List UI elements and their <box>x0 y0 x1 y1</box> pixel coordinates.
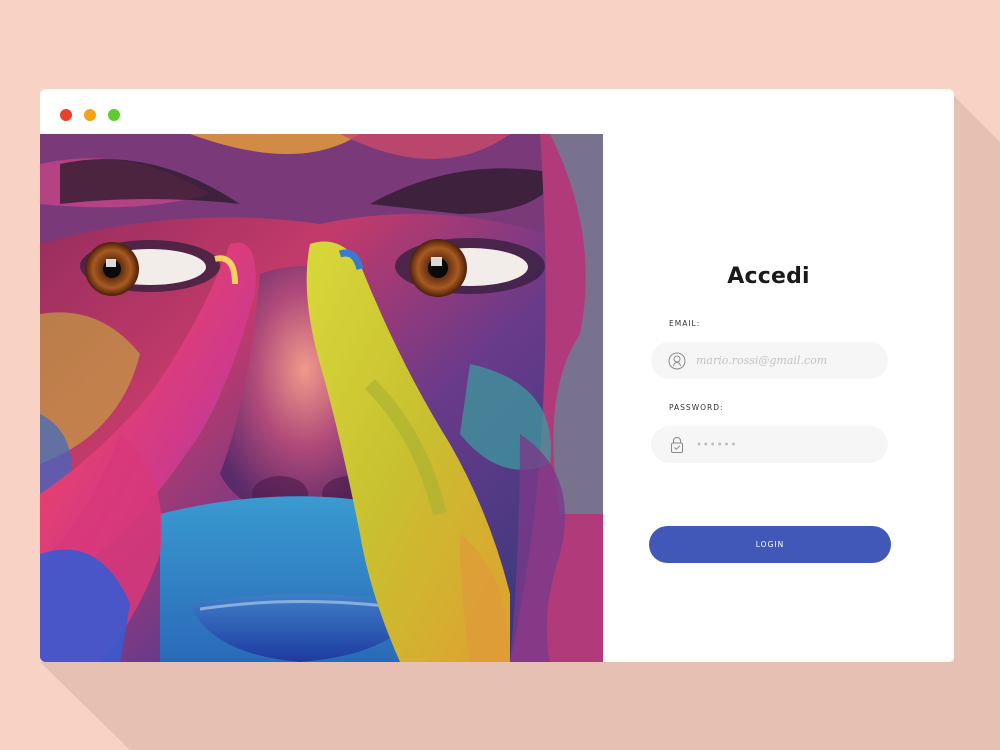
password-input[interactable] <box>696 426 876 463</box>
minimize-window-button[interactable] <box>84 109 96 121</box>
password-label: PASSWORD: <box>669 403 724 412</box>
login-title: Accedi <box>727 264 810 289</box>
close-window-button[interactable] <box>60 109 72 121</box>
email-input[interactable] <box>696 342 876 379</box>
hero-painted-face-image <box>40 134 603 662</box>
lock-icon <box>671 436 683 453</box>
login-panel: Accedi EMAIL: PASSWORD: LOGIN <box>603 134 954 662</box>
user-icon <box>668 352 686 370</box>
login-button[interactable]: LOGIN <box>649 526 891 563</box>
password-field-wrapper <box>651 426 888 463</box>
maximize-window-button[interactable] <box>108 109 120 121</box>
email-field-wrapper <box>651 342 888 379</box>
browser-window: Accedi EMAIL: PASSWORD: LOGIN <box>40 89 954 662</box>
email-label: EMAIL: <box>669 319 701 328</box>
window-titlebar <box>40 89 954 134</box>
